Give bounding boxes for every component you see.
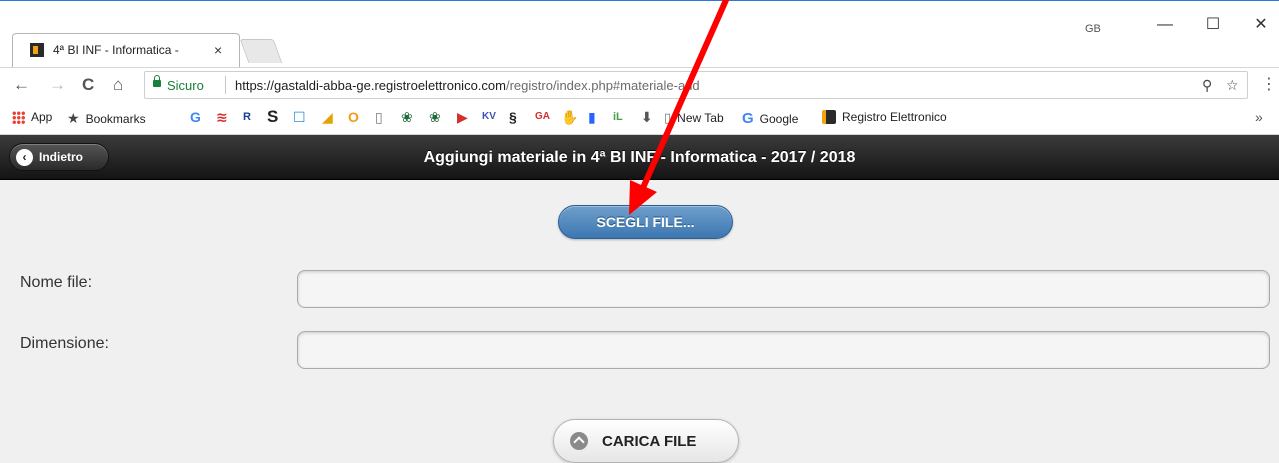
cactus-icon[interactable]: ❀	[401, 109, 413, 125]
size-field[interactable]	[297, 331, 1270, 369]
bookmark-bookmarks[interactable]: ★ Bookmarks	[67, 110, 146, 127]
menu-icon[interactable]: ⋮	[1261, 75, 1277, 95]
url-host: https://gastaldi-abba-ge.registroelettro…	[235, 78, 506, 93]
star-icon[interactable]: ☆	[1226, 77, 1239, 94]
upload-form: SCEGLI FILE... Nome file: Dimensione: CA…	[0, 180, 1279, 463]
app-header: ‹ Indietro Aggiungi materiale in 4ª BI I…	[0, 135, 1279, 180]
lock-icon	[153, 75, 161, 87]
bookmark-google[interactable]: G Google	[742, 110, 798, 127]
bookmark-label: Google	[759, 111, 799, 126]
close-window-button[interactable]: ✕	[1246, 15, 1276, 35]
bookmark-label: Bookmarks	[85, 111, 146, 126]
download-icon[interactable]: ⬇	[641, 109, 653, 125]
upload-file-button[interactable]: CARICA FILE	[553, 419, 739, 463]
minimize-button[interactable]: —	[1150, 15, 1180, 35]
page-icon: ▯	[664, 110, 672, 125]
app-blue-icon[interactable]: ▮	[588, 109, 596, 125]
reload-icon[interactable]: C	[82, 75, 94, 95]
address-bar[interactable]: Sicuro https://gastaldi-abba-ge.registro…	[144, 71, 1248, 99]
upload-file-label: CARICA FILE	[602, 432, 697, 450]
back-arrow-icon[interactable]: ←	[13, 75, 30, 95]
bookmark-registro[interactable]: Registro Elettronico	[822, 110, 947, 124]
google-icon[interactable]: G	[190, 109, 201, 125]
file-name-label: Nome file:	[20, 274, 93, 291]
registro-icon	[822, 110, 836, 124]
cactus-icon[interactable]: ❀	[429, 109, 441, 125]
arrow-up-icon	[570, 432, 588, 450]
google-icon: G	[742, 110, 754, 127]
hand-icon[interactable]: ✋	[561, 109, 578, 125]
key-icon[interactable]: ⚲	[1202, 77, 1212, 94]
tab-title: 4ª BI INF - Informatica -	[53, 43, 179, 57]
bookmark-apps[interactable]: App	[12, 110, 52, 124]
kv-icon[interactable]: KV	[482, 109, 496, 125]
registro-favicon-icon	[30, 43, 44, 57]
page-icon[interactable]: ▯	[375, 109, 383, 125]
ga-icon[interactable]: GA	[535, 109, 550, 125]
maximize-button[interactable]: ☐	[1198, 15, 1228, 35]
il-icon[interactable]: iL	[613, 109, 623, 125]
re-icon[interactable]: R	[243, 109, 251, 125]
tab-close-icon[interactable]: ×	[214, 41, 222, 59]
apps-grid-icon	[12, 110, 25, 124]
bookmarks-bar: App ★ Bookmarks G ≋ R S ☐ ◢ O ▯ ❀ ❀ ▶ KV…	[0, 101, 1279, 135]
face-icon[interactable]: ☐	[293, 109, 306, 125]
s-icon[interactable]: S	[267, 108, 278, 125]
waves-icon[interactable]: ≋	[216, 109, 228, 125]
navigation-bar: ← → C ⌂ Sicuro https://gastaldi-abba-ge.…	[0, 67, 1279, 101]
size-label: Dimensione:	[20, 335, 109, 352]
home-icon[interactable]: ⌂	[113, 75, 123, 95]
triangle-icon[interactable]: ◢	[322, 109, 333, 125]
youtube-icon[interactable]: ▶	[457, 109, 468, 125]
bookmarks-overflow-icon[interactable]: »	[1255, 109, 1263, 125]
url-text[interactable]: https://gastaldi-abba-ge.registroelettro…	[235, 78, 700, 93]
profile-icon[interactable]: GB	[1085, 23, 1101, 35]
file-name-field[interactable]	[297, 270, 1270, 308]
browser-titlebar: 4ª BI INF - Informatica - × GB — ☐ ✕	[0, 1, 1279, 67]
omnibox-separator	[225, 76, 226, 94]
url-path: /registro/index.php#materiale-add	[505, 78, 700, 93]
choose-file-button[interactable]: SCEGLI FILE...	[558, 205, 733, 239]
bookmark-new-tab[interactable]: ▯ New Tab	[664, 110, 724, 126]
office-icon[interactable]: O	[348, 109, 359, 125]
bookmark-label: Registro Elettronico	[842, 110, 947, 124]
new-tab-button[interactable]	[239, 39, 283, 63]
star-icon: ★	[67, 110, 80, 126]
browser-tab[interactable]: 4ª BI INF - Informatica - ×	[12, 33, 240, 67]
page-title: Aggiungi materiale in 4ª BI INF - Inform…	[423, 149, 856, 166]
bookmark-label: App	[31, 110, 53, 124]
s-circle-icon[interactable]: §	[509, 109, 517, 125]
forward-arrow-icon[interactable]: →	[49, 75, 66, 95]
bookmark-label: New Tab	[677, 111, 724, 125]
secure-label: Sicuro	[167, 78, 204, 93]
